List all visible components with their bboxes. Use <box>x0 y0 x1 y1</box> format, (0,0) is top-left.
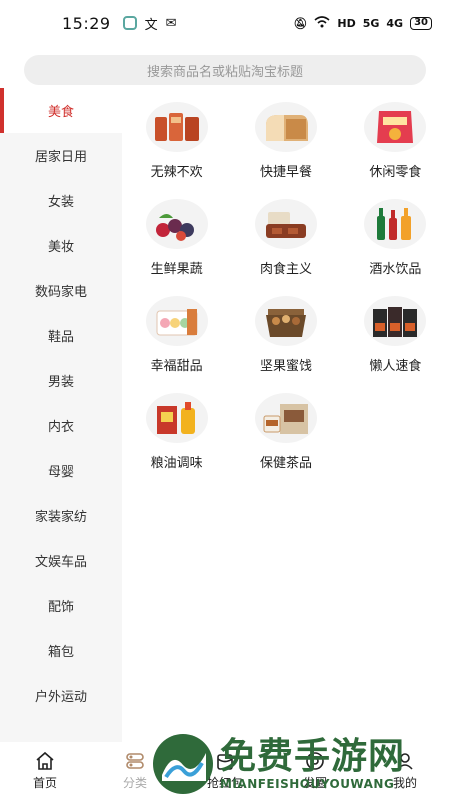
status-notifications: 文 ✉ <box>122 14 177 33</box>
subcategory-label: 生鲜果蔬 <box>150 262 203 277</box>
bottle-icon <box>364 199 427 249</box>
macaron-icon <box>145 296 208 346</box>
sidebar-item[interactable]: 鞋品 <box>0 313 122 358</box>
sidebar-item[interactable]: 母婴 <box>0 448 122 493</box>
subcategory-label: 懒人速食 <box>369 359 422 374</box>
tea-box-icon <box>254 393 317 443</box>
category-icon <box>125 751 145 771</box>
subcategory-item[interactable]: 生鲜果蔬 <box>122 199 231 279</box>
subcategory-item[interactable]: 肉食主义 <box>231 199 340 279</box>
nav-label: 首页 <box>32 776 57 790</box>
profile-icon <box>395 751 415 771</box>
nav-item-red-packet[interactable]: 抢红包 <box>180 742 270 800</box>
subcategory-label: 粮油调味 <box>150 456 203 471</box>
sidebar-item[interactable]: 文娱车品 <box>0 538 122 583</box>
search-placeholder: 搜索商品名或粘贴淘宝标题 <box>146 64 303 80</box>
translate-icon: 文 <box>144 17 158 33</box>
subcategory-label: 休闲零食 <box>369 165 422 180</box>
nav-label: 发圈 <box>302 776 327 790</box>
subcategory-item[interactable]: 粮油调味 <box>122 393 231 473</box>
wifi-icon <box>314 15 330 31</box>
nut-box-icon <box>254 296 317 346</box>
nav-item-home[interactable]: 首页 <box>0 742 90 800</box>
subcategory-item[interactable]: 保健茶品 <box>231 393 340 473</box>
status-indicators: 🔕︎ HD 5G 4G 30 <box>293 15 432 31</box>
home-icon <box>35 751 55 771</box>
sidebar-item[interactable]: 居家日用 <box>0 133 122 178</box>
subcategory-item[interactable]: 休闲零食 <box>341 102 450 182</box>
sidebar-item[interactable]: 美妆 <box>0 223 122 268</box>
subcategory-grid: 无辣不欢 快捷早餐 休闲零食生鲜果蔬 肉食主义 酒水饮品幸福甜品 坚果蜜饯 懒人速食粮油调味… <box>122 102 450 473</box>
search-input[interactable]: 搜索商品名或粘贴淘宝标题 <box>24 55 426 85</box>
subcategory-item[interactable]: 酒水饮品 <box>341 199 450 279</box>
status-bar: 15:29 文 ✉ 🔕︎ HD 5G 4G 30 <box>0 0 450 46</box>
sidebar-item[interactable]: 美食 <box>0 88 122 133</box>
circle-icon <box>305 751 325 771</box>
sidebar-item[interactable]: 数码家电 <box>0 268 122 313</box>
spicy-meat-icon <box>145 102 208 152</box>
subcategory-item[interactable]: 快捷早餐 <box>231 102 340 182</box>
subcategory-label: 肉食主义 <box>259 262 312 277</box>
app-notification-icon <box>122 16 137 30</box>
battery-icon: 30 <box>410 16 432 30</box>
oil-rice-icon <box>145 393 208 443</box>
sidebar-item[interactable]: 户外运动 <box>0 673 122 718</box>
nav-label: 分类 <box>122 776 147 790</box>
hd-icon: HD <box>337 16 356 30</box>
signal-5g-icon: 5G <box>362 16 380 30</box>
subcategory-label: 坚果蜜饯 <box>259 359 312 374</box>
subcategory-label: 无辣不欢 <box>150 165 203 180</box>
category-sidebar: 美食 居家日用 女装 美妆 数码家电 鞋品 男装 内衣 母婴 家装家纺 文娱车品 配饰 箱包 户外运动 <box>0 88 122 742</box>
sidebar-item[interactable]: 家装家纺 <box>0 493 122 538</box>
nav-item-category[interactable]: 分类 <box>90 742 180 800</box>
nav-label: 我的 <box>392 776 417 790</box>
subcategory-item[interactable]: 幸福甜品 <box>122 296 231 376</box>
fruit-icon <box>145 199 208 249</box>
nav-item-circle[interactable]: 发圈 <box>270 742 360 800</box>
bottom-nav: 首页 分类 抢红包 发圈 我的 <box>0 742 450 800</box>
meat-icon <box>254 199 317 249</box>
subcategory-label: 保健茶品 <box>259 456 312 471</box>
subcategory-item[interactable]: 坚果蜜饯 <box>231 296 340 376</box>
noodle-pack-icon <box>364 296 427 346</box>
red-packet-icon <box>215 751 235 771</box>
snack-bag-icon <box>364 102 427 152</box>
subcategory-label: 快捷早餐 <box>259 165 312 180</box>
subcategory-item[interactable]: 懒人速食 <box>341 296 450 376</box>
status-time: 15:29 <box>62 13 111 33</box>
subcategory-label: 幸福甜品 <box>150 359 203 374</box>
nav-label: 抢红包 <box>206 776 243 790</box>
signal-4g-icon: 4G <box>386 16 404 30</box>
sidebar-item[interactable]: 配饰 <box>0 583 122 628</box>
sidebar-item[interactable]: 男装 <box>0 358 122 403</box>
mute-icon: 🔕︎ <box>293 16 308 30</box>
subcategory-label: 酒水饮品 <box>369 262 422 277</box>
bread-icon <box>254 102 317 152</box>
wechat-icon: ✉ <box>165 15 177 31</box>
subcategory-item[interactable]: 无辣不欢 <box>122 102 231 182</box>
sidebar-item[interactable]: 内衣 <box>0 403 122 448</box>
nav-item-profile[interactable]: 我的 <box>360 742 450 800</box>
sidebar-item[interactable]: 箱包 <box>0 628 122 673</box>
sidebar-item[interactable]: 女装 <box>0 178 122 223</box>
